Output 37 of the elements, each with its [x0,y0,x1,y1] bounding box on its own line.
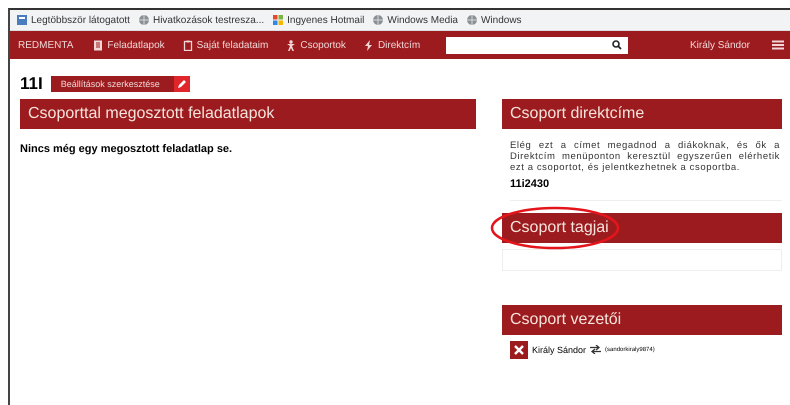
direct-code: 11i2430 [510,178,550,190]
nav-link[interactable]: Saját feladataim [182,40,268,50]
group-name: 11I [20,74,43,94]
panel-header: Csoport direktcíme [502,99,782,129]
bookmark-link[interactable]: Windows [480,14,522,26]
nav-link[interactable]: Feladatlapok [93,40,165,50]
brand-link[interactable]: REDMENTA [18,40,74,50]
member-search-field[interactable] [502,248,782,271]
bookmark-link[interactable]: Hivatkozások testresza... [152,14,264,26]
globe-icon [138,14,150,26]
panel-header: Csoport vezetői [502,304,782,335]
globe-icon [466,14,478,26]
search-field[interactable] [446,36,628,54]
description-text: Elég ezt a címet megadnod a diákoknak, és ők a Direktcím menüponton keresztül egyszerűen elérhetik ezt a csoportot, és jelentkezhetnek a csoportba. [510,141,780,174]
page-icon [16,14,28,26]
leader-name: Király Sándor [532,344,586,355]
bookmark-link[interactable]: Legtöbbször látogatott [31,14,130,26]
user-name-link[interactable]: Király Sándor [690,40,750,50]
close-icon [514,344,524,355]
document-icon [93,40,104,50]
swap-icon [590,345,602,354]
search-icon [612,40,622,50]
windows-flag-icon [272,14,284,26]
pencil-icon [174,76,190,92]
menu-icon [772,40,784,50]
nav-link[interactable]: Direktcím [364,40,420,50]
person-icon [286,40,296,50]
bookmark-link[interactable]: Ingyenes Hotmail [287,14,364,26]
clipboard-icon [182,40,193,50]
remove-button[interactable] [510,340,528,359]
settings-button[interactable]: Beállítások szerkesztése [50,76,190,92]
bookmark-link[interactable]: Windows Media [387,14,458,26]
lightning-icon [364,40,374,50]
empty-message: Nincs még egy megosztott feladatlap se. [20,143,234,155]
panel-header: Csoporttal megosztott feladatlapok [20,99,476,129]
globe-icon [372,14,384,26]
nav-link[interactable]: Csoportok [286,40,346,50]
